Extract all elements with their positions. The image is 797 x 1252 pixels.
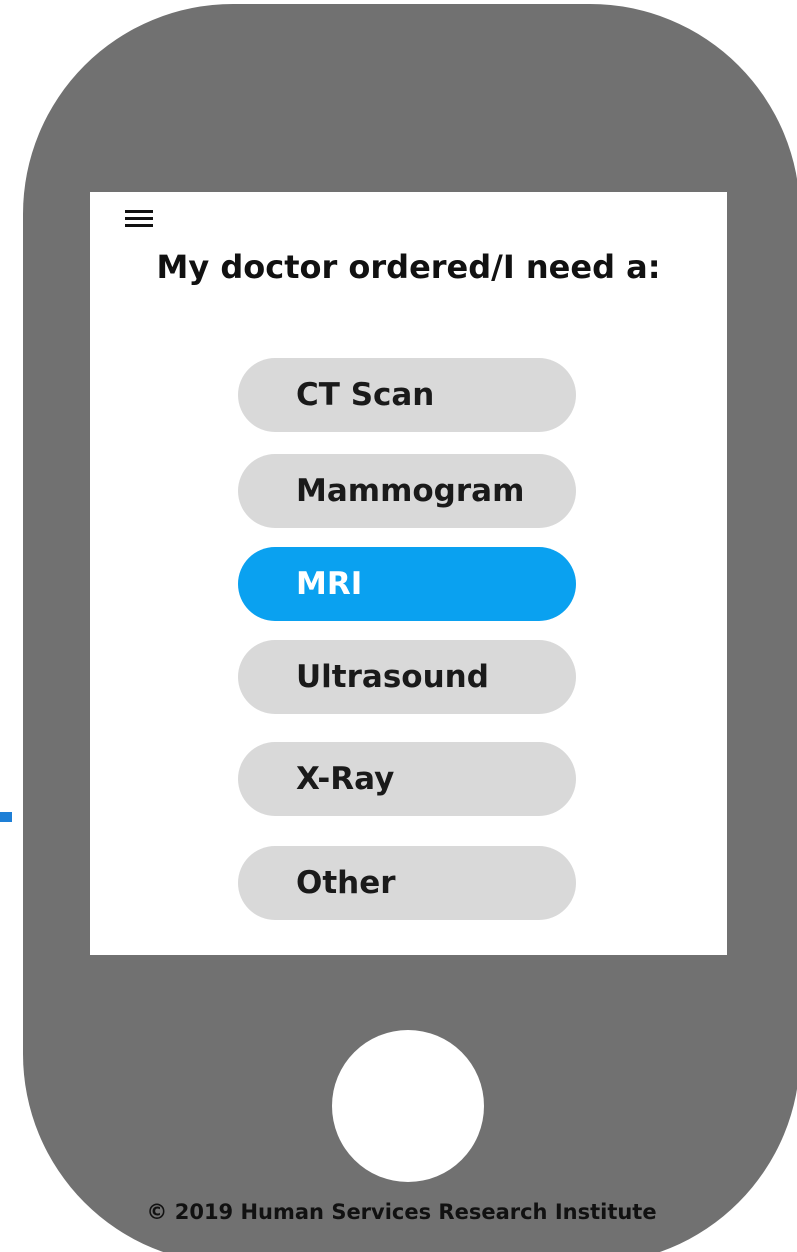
- option-ct-scan-button[interactable]: CT Scan: [238, 358, 576, 432]
- option-mri-button[interactable]: MRI: [238, 547, 576, 621]
- option-x-ray-button[interactable]: X-Ray: [238, 742, 576, 816]
- menu-line: [125, 224, 153, 227]
- menu-line: [125, 217, 153, 220]
- option-mammogram-button[interactable]: Mammogram: [238, 454, 576, 528]
- option-ultrasound-button[interactable]: Ultrasound: [238, 640, 576, 714]
- edge-marker: [0, 812, 12, 822]
- hamburger-menu-icon[interactable]: [123, 208, 155, 228]
- home-button[interactable]: [332, 1030, 484, 1182]
- option-other-button[interactable]: Other: [238, 846, 576, 920]
- menu-line: [125, 210, 153, 213]
- page-title: My doctor ordered/I need a:: [156, 248, 661, 286]
- copyright-text: © 2019 Human Services Research Institute: [146, 1200, 657, 1224]
- mockup-stage: My doctor ordered/I need a: CT Scan Mamm…: [0, 0, 797, 1252]
